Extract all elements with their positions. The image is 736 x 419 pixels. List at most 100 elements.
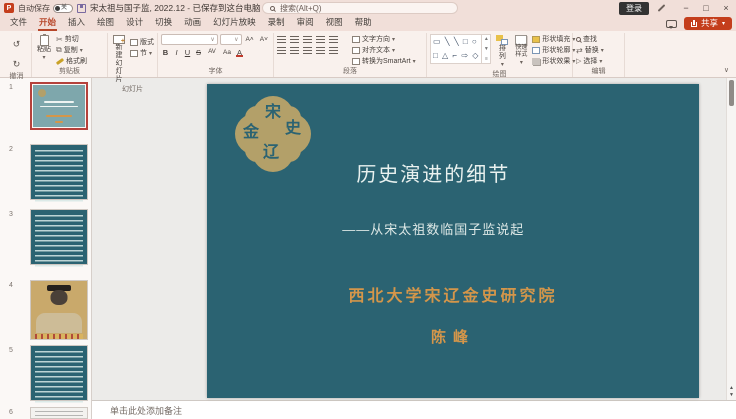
justify-icon[interactable] <box>316 47 325 54</box>
bold-button[interactable]: B <box>161 47 170 58</box>
text-direction-button[interactable]: 文字方向 <box>352 34 416 44</box>
thumbnail-slide-3[interactable] <box>30 209 88 265</box>
tab-draw[interactable]: 绘图 <box>91 14 120 31</box>
font-size-select[interactable]: ∨ <box>220 34 242 45</box>
autosave-switch-icon[interactable]: 关 <box>53 4 73 13</box>
paste-button[interactable]: 粘贴 <box>35 34 53 63</box>
strikethrough-button[interactable]: S <box>194 47 203 58</box>
quick-styles-button[interactable]: 快速样式 <box>513 34 529 68</box>
tab-view[interactable]: 视图 <box>320 14 349 31</box>
previous-slide-button[interactable]: ▲ <box>729 386 734 391</box>
align-left-icon[interactable] <box>277 47 286 54</box>
character-spacing-button[interactable]: AV <box>205 47 219 58</box>
thumbnail-slide-1[interactable] <box>30 82 88 130</box>
thumbnail-slide-5[interactable] <box>30 345 88 401</box>
shapes-gallery-scroll[interactable]: ▲▼≡ <box>481 35 490 63</box>
search-input[interactable]: 搜索(Alt+Q) <box>262 2 458 14</box>
new-slide-button[interactable]: 新建 幻灯片 <box>111 34 127 85</box>
autosave-toggle[interactable]: 自动保存 关 <box>18 3 73 14</box>
share-button[interactable]: 共享 ▾ <box>684 17 732 30</box>
slide-subtitle[interactable]: ——从宋太祖数临国子监说起 <box>207 219 660 238</box>
shape-effects-button[interactable]: 形状效果 <box>532 56 575 66</box>
minimize-button[interactable]: − <box>676 0 696 16</box>
group-label-slides: 幻灯片 <box>111 85 154 95</box>
align-center-icon[interactable] <box>290 47 299 54</box>
emblem-char: 史 <box>285 120 301 136</box>
tab-review[interactable]: 审阅 <box>291 14 320 31</box>
line-spacing-icon[interactable] <box>329 36 338 43</box>
tab-help[interactable]: 帮助 <box>349 14 378 31</box>
undo-icon[interactable] <box>13 34 21 52</box>
replace-button[interactable]: 替换 <box>576 45 621 55</box>
scrollbar-thumb[interactable] <box>729 80 734 106</box>
change-case-button[interactable]: Aa <box>221 47 233 58</box>
select-button[interactable]: 选择 <box>576 56 621 66</box>
increase-indent-icon[interactable] <box>316 36 325 43</box>
tab-animations[interactable]: 动画 <box>178 14 207 31</box>
section-button[interactable]: 节 <box>130 48 154 58</box>
next-slide-button[interactable]: ▼ <box>729 393 734 398</box>
font-color-button[interactable]: A <box>235 47 244 58</box>
tab-home[interactable]: 开始 <box>33 14 62 31</box>
slide-title[interactable]: 历史演进的细节 <box>207 158 660 187</box>
shrink-font-button[interactable]: A˅ <box>258 34 270 45</box>
redo-icon[interactable] <box>13 54 21 72</box>
shape-outline-icon <box>532 47 540 54</box>
align-text-button[interactable]: 对齐文本 <box>352 45 416 55</box>
slide-title-block[interactable]: 历史演进的细节 ——从宋太祖数临国子监说起 <box>207 158 660 238</box>
tab-insert[interactable]: 插入 <box>62 14 91 31</box>
shapes-gallery[interactable]: ▭ ╲ ╲ □ ○ □ △ ⌐ ⇨ ◇ ▲▼≡ <box>430 34 491 64</box>
group-label-undo: 撤消 <box>5 72 28 82</box>
document-title[interactable]: 宋太祖与国子监, 2022.12 - 已保存到这台电脑 <box>90 2 261 14</box>
close-button[interactable]: × <box>716 0 736 16</box>
font-name-select[interactable]: ∨ <box>161 34 218 45</box>
slide-editor[interactable]: 宋 辽 金 史 历史演进的细节 ——从宋太祖数临国子监说起 西北大学宋辽金史研究… <box>207 84 699 398</box>
slide-canvas: 宋 辽 金 史 历史演进的细节 ——从宋太祖数临国子监说起 西北大学宋辽金史研究… <box>92 78 736 400</box>
grow-font-button[interactable]: A˄ <box>244 34 256 45</box>
shape-fill-button[interactable]: 形状填充 <box>532 34 575 44</box>
pen-icon[interactable] <box>658 4 666 12</box>
group-label-clipboard: 剪贴板 <box>35 67 104 77</box>
autosave-state: 关 <box>61 5 67 11</box>
italic-button[interactable]: I <box>172 47 181 58</box>
slide-author[interactable]: 陈峰 <box>207 326 699 347</box>
thumbnail-slide-4[interactable] <box>30 280 88 340</box>
search-placeholder: 搜索(Alt+Q) <box>280 3 322 14</box>
tab-record[interactable]: 录制 <box>262 14 291 31</box>
smartart-button[interactable]: 转换为SmartArt <box>352 56 416 66</box>
tab-file[interactable]: 文件 <box>4 14 33 31</box>
find-button[interactable]: 查找 <box>576 34 621 44</box>
bullets-icon[interactable] <box>277 36 286 43</box>
signin-button[interactable]: 登录 <box>619 2 649 15</box>
layout-button[interactable]: 版式 <box>130 37 154 47</box>
underline-button[interactable]: U <box>183 47 192 58</box>
arrange-button[interactable]: 排列 <box>494 34 510 70</box>
tab-slideshow[interactable]: 幻灯片放映 <box>207 14 262 31</box>
collapse-ribbon-icon[interactable]: ∨ <box>724 66 729 74</box>
slide-number: 2 <box>9 146 13 153</box>
numbering-icon[interactable] <box>290 36 299 43</box>
notes-pane[interactable]: 单击此处添加备注 <box>92 400 736 419</box>
format-painter-button[interactable]: 格式刷 <box>56 56 87 66</box>
columns-icon[interactable] <box>329 47 338 54</box>
tab-transitions[interactable]: 切换 <box>149 14 178 31</box>
new-slide-icon <box>113 35 125 44</box>
emblem-char: 金 <box>243 124 259 140</box>
save-icon[interactable] <box>77 4 86 13</box>
cut-button[interactable]: 剪切 <box>56 34 87 44</box>
autosave-label: 自动保存 <box>18 3 50 14</box>
slide-organization[interactable]: 西北大学宋辽金史研究院 <box>207 282 699 306</box>
shapes-row1: ▭ ╲ ╲ □ ○ <box>433 37 478 46</box>
ribbon: 撤消 粘贴 剪切 复制 格式刷 剪贴板 新建 <box>0 31 736 78</box>
thumbnail-slide-6[interactable] <box>30 407 88 419</box>
tab-design[interactable]: 设计 <box>120 14 149 31</box>
ribbon-tab-bar: 文件 开始 插入 绘图 设计 切换 动画 幻灯片放映 录制 审阅 视图 帮助 共… <box>0 16 736 31</box>
maximize-button[interactable]: □ <box>696 0 716 16</box>
copy-button[interactable]: 复制 <box>56 45 87 55</box>
shape-outline-button[interactable]: 形状轮廓 <box>532 45 575 55</box>
comments-icon[interactable] <box>666 20 677 28</box>
align-right-icon[interactable] <box>303 47 312 54</box>
thumbnail-slide-2[interactable] <box>30 144 88 200</box>
vertical-scrollbar[interactable]: ▲ ▼ <box>726 78 736 400</box>
decrease-indent-icon[interactable] <box>303 36 312 43</box>
